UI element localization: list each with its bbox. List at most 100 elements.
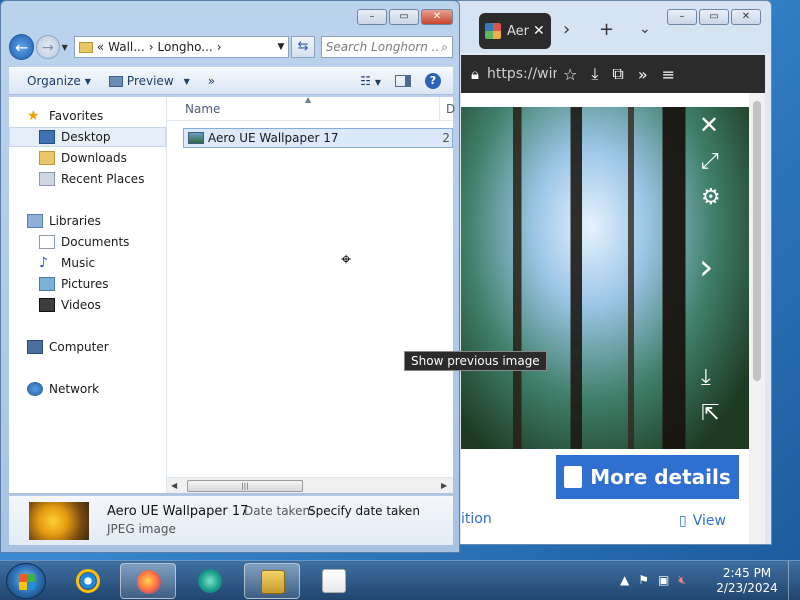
- column-date-header[interactable]: D: [446, 102, 455, 116]
- more-commands-button[interactable]: »: [208, 74, 215, 88]
- preview-button[interactable]: Preview ▼: [108, 74, 190, 88]
- start-button[interactable]: [6, 563, 46, 599]
- details-date-label: Date taken:: [244, 504, 315, 518]
- tab-list-chevron-icon[interactable]: ⌄: [639, 21, 651, 37]
- nav-recent-places[interactable]: Recent Places: [39, 169, 144, 189]
- new-tab-icon[interactable]: +: [599, 19, 614, 40]
- refresh-button[interactable]: ⇆: [291, 36, 315, 58]
- menu-icon[interactable]: ≡: [662, 65, 675, 84]
- nav-music[interactable]: ♪ Music: [39, 253, 95, 273]
- back-button[interactable]: ←: [9, 34, 35, 60]
- nav-network[interactable]: Network: [27, 379, 99, 399]
- browser-minimize-button[interactable]: –: [667, 9, 697, 25]
- nav-label: Libraries: [49, 214, 101, 228]
- url-bar[interactable]: https://windc: [487, 66, 557, 82]
- taskbar-internet-explorer[interactable]: [60, 563, 116, 599]
- taskbar-windows-explorer[interactable]: [244, 563, 300, 599]
- show-desktop-button[interactable]: [788, 561, 800, 600]
- nav-documents[interactable]: Documents: [39, 232, 129, 252]
- browser-close-button[interactable]: ✕: [731, 9, 761, 25]
- file-list-pane: ▲ Name D Aero UE Wallpaper 17 2 ⌖ ◀ ||| …: [167, 95, 455, 493]
- search-input[interactable]: Search Longhorn ... ⌕: [320, 36, 454, 58]
- view-icon: ▯: [679, 513, 687, 529]
- navigation-pane: ★ Favorites Desktop Downloads Recent Pla…: [9, 97, 167, 493]
- browser-window[interactable]: Aero ✕ › + ⌄ – ▭ ✕ 🔒︎ https://windc ☆ ⤓ …: [452, 0, 772, 545]
- nav-computer[interactable]: Computer: [27, 337, 109, 357]
- address-bar[interactable]: « Wall... › Longho... › ▼: [73, 36, 290, 58]
- pictures-icon: [39, 277, 55, 291]
- breadcrumb-separator[interactable]: ›: [217, 40, 222, 54]
- search-icon[interactable]: ⌕: [441, 40, 448, 55]
- next-image-icon[interactable]: ›: [699, 247, 713, 288]
- taskbar-firefox[interactable]: [120, 563, 176, 599]
- breadcrumb-overflow[interactable]: «: [97, 40, 104, 54]
- documents-icon: [39, 235, 55, 249]
- taskbar-edge[interactable]: [182, 563, 238, 599]
- clock[interactable]: 2:45 PM 2/23/2024: [704, 566, 790, 596]
- nav-label: Computer: [49, 340, 109, 354]
- explorer-window[interactable]: – ▭ ✕ ← → ▼ « Wall... › Longho... › ▼ ⇆ …: [0, 0, 460, 553]
- organize-button[interactable]: Organize ▼: [27, 74, 91, 88]
- column-separator[interactable]: [439, 97, 440, 121]
- details-date-value[interactable]: Specify date taken: [308, 504, 420, 518]
- help-icon[interactable]: ?: [425, 73, 441, 89]
- nav-libraries[interactable]: Libraries: [27, 211, 101, 231]
- browser-maximize-button[interactable]: ▭: [699, 9, 729, 25]
- nav-favorites[interactable]: ★ Favorites: [27, 106, 103, 126]
- downloads-icon[interactable]: ⤓: [591, 64, 598, 84]
- network-status-icon[interactable]: ▣: [658, 573, 669, 588]
- change-view-icon[interactable]: ☷ ▼: [360, 74, 381, 88]
- browser-tab[interactable]: Aero ✕: [479, 13, 551, 49]
- download-icon[interactable]: ⤓: [701, 365, 711, 390]
- action-center-flag-icon[interactable]: ⚑: [638, 573, 649, 588]
- browser-scroll-thumb[interactable]: [753, 101, 761, 381]
- nav-pictures[interactable]: Pictures: [39, 274, 109, 294]
- volume-muted-icon[interactable]: 🔇︎: [678, 573, 686, 588]
- recent-pages-dropdown-icon[interactable]: ▼: [62, 43, 68, 52]
- chevron-down-icon: ▼: [84, 76, 91, 86]
- tab-scroll-right-icon[interactable]: ›: [563, 19, 570, 40]
- nav-label: Videos: [61, 298, 101, 312]
- scroll-left-icon[interactable]: ◀: [171, 481, 177, 490]
- media-player-icon: [322, 569, 346, 593]
- expand-icon[interactable]: ⤢: [701, 149, 719, 174]
- nav-label: Music: [61, 256, 96, 270]
- explorer-maximize-button[interactable]: ▭: [389, 9, 419, 25]
- overflow-chevrons-icon[interactable]: »: [638, 65, 648, 84]
- column-name-header[interactable]: Name: [185, 102, 220, 116]
- libraries-icon: [27, 214, 43, 228]
- organize-label: Organize: [27, 74, 81, 88]
- share-icon[interactable]: ⇱: [701, 401, 719, 426]
- footer-link[interactable]: ition: [461, 511, 492, 527]
- more-details-button[interactable]: More details: [556, 455, 739, 499]
- breadcrumb-longhorn[interactable]: Longho...: [158, 40, 213, 54]
- bookmark-star-icon[interactable]: ☆: [563, 65, 577, 84]
- close-icon[interactable]: ✕: [699, 111, 719, 139]
- folder-icon: [78, 41, 93, 53]
- tab-close-icon[interactable]: ✕: [533, 23, 545, 39]
- nav-desktop[interactable]: Desktop: [9, 127, 166, 147]
- preview-pane-icon[interactable]: [395, 75, 411, 87]
- tooltip: Show previous image: [404, 351, 547, 371]
- show-hidden-icons-icon[interactable]: ▲: [620, 573, 629, 588]
- breadcrumb-separator[interactable]: ›: [149, 40, 154, 54]
- nav-downloads[interactable]: Downloads: [39, 148, 127, 168]
- explorer-minimize-button[interactable]: –: [357, 9, 387, 25]
- scroll-right-icon[interactable]: ▶: [441, 481, 447, 490]
- file-row[interactable]: Aero UE Wallpaper 17 2: [183, 128, 453, 148]
- nav-label: Desktop: [61, 130, 111, 144]
- document-icon: [564, 466, 583, 488]
- horizontal-scroll-thumb[interactable]: |||: [187, 480, 303, 492]
- breadcrumb-wallpapers[interactable]: Wall...: [108, 40, 145, 54]
- explorer-close-button[interactable]: ✕: [421, 9, 453, 25]
- horizontal-scrollbar[interactable]: ◀ ||| ▶: [167, 477, 453, 493]
- taskbar-media-player[interactable]: [306, 563, 362, 599]
- gear-icon[interactable]: ⚙: [701, 185, 721, 210]
- lock-icon[interactable]: 🔒︎: [471, 65, 479, 83]
- browser-scrollbar[interactable]: [749, 93, 765, 544]
- forward-button[interactable]: →: [36, 35, 60, 59]
- address-dropdown-icon[interactable]: ▼: [278, 42, 285, 52]
- nav-videos[interactable]: Videos: [39, 295, 101, 315]
- view-link[interactable]: ▯ View: [679, 513, 726, 529]
- extensions-icon[interactable]: ⧉: [612, 64, 623, 84]
